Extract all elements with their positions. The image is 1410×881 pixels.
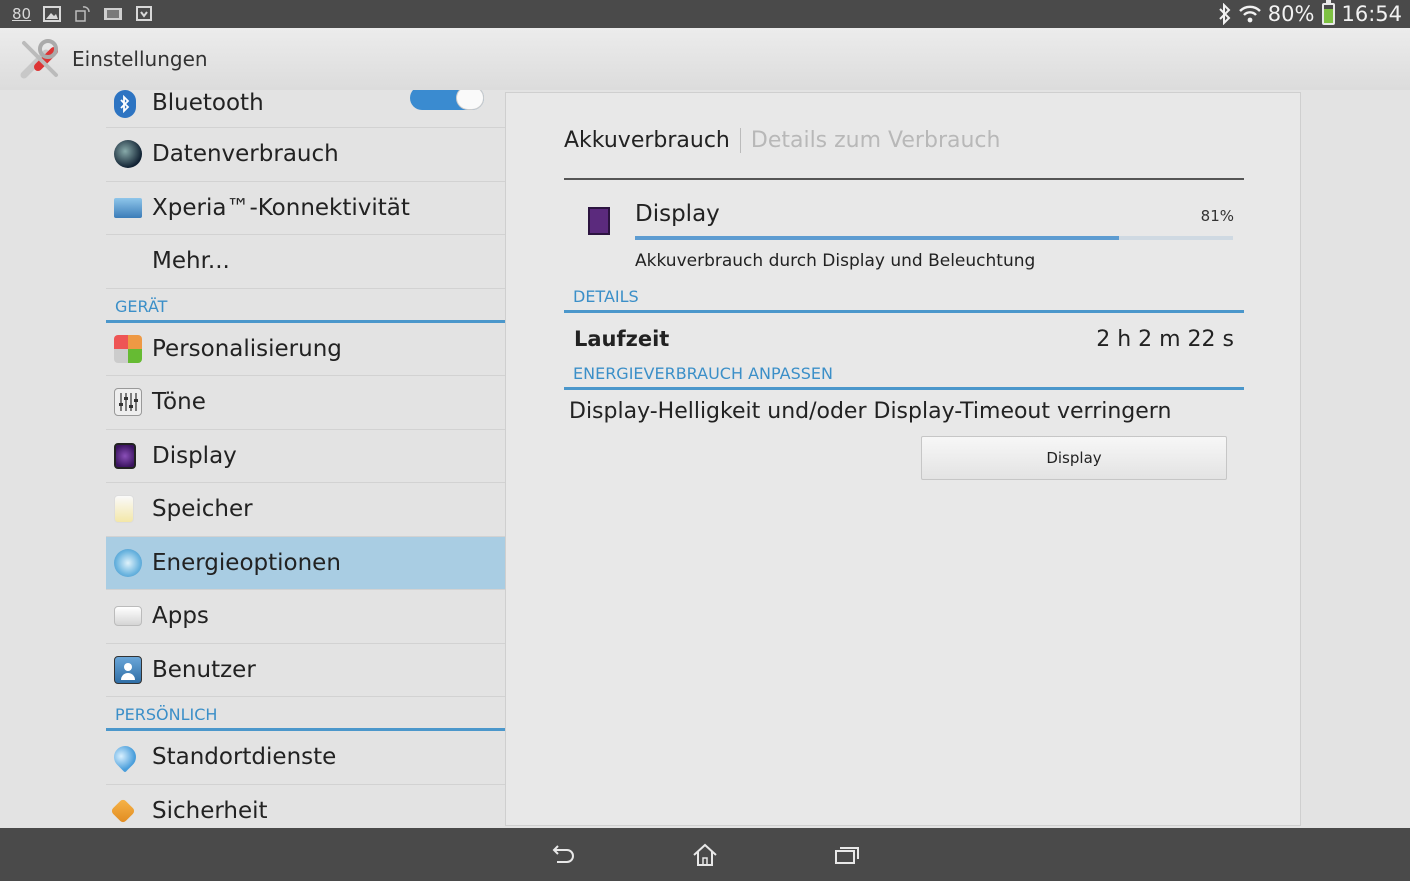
- navigation-bar: [0, 828, 1410, 881]
- usage-progress-bar: [635, 236, 1233, 240]
- back-icon[interactable]: [547, 839, 579, 871]
- app-title: Einstellungen: [72, 47, 208, 71]
- usage-percent: 81%: [1200, 207, 1234, 225]
- sidebar-item-label: Benutzer: [152, 656, 256, 683]
- sidebar-item-label: Mehr...: [152, 248, 230, 275]
- runtime-value: 2 h 2 m 22 s: [1096, 326, 1234, 352]
- sidebar-item-label: Xperia™-Konnektivität: [152, 194, 410, 221]
- security-icon: [110, 798, 136, 824]
- sidebar-item-bluetooth[interactable]: Bluetooth: [106, 90, 506, 128]
- connectivity-icon: [114, 197, 142, 218]
- bluetooth-toggle[interactable]: [410, 90, 484, 110]
- rotation-lock-icon: [75, 6, 90, 22]
- sidebar-item-connectivity[interactable]: Xperia™-Konnektivität: [106, 182, 506, 235]
- personalization-icon: [114, 334, 142, 363]
- battery-fill: [1324, 8, 1334, 23]
- location-icon: [109, 741, 141, 773]
- tab-battery-usage[interactable]: Akkuverbrauch: [564, 127, 741, 153]
- energy-tip: Display-Helligkeit und/oder Display-Time…: [569, 399, 1172, 424]
- sidebar-item-security[interactable]: Sicherheit: [106, 785, 506, 829]
- clock: 16:54: [1341, 2, 1402, 26]
- usage-name: Display: [635, 201, 720, 227]
- sidebar-item-apps[interactable]: Apps: [106, 590, 506, 644]
- breadcrumb: Akkuverbrauch Details zum Verbrauch: [564, 123, 1000, 157]
- display-icon: [114, 442, 136, 469]
- status-bar: 80 80% 16:54: [0, 0, 1410, 28]
- sidebar-item-label: Speicher: [152, 496, 253, 523]
- sidebar-item-label: Töne: [152, 389, 206, 416]
- sidebar-item-personalization[interactable]: Personalisierung: [106, 323, 506, 376]
- user-icon: [114, 655, 142, 684]
- sidebar-item-sounds[interactable]: Töne: [106, 376, 506, 430]
- home-icon[interactable]: [689, 839, 721, 871]
- display-settings-button[interactable]: Display: [921, 436, 1227, 480]
- tablet-icon: [104, 8, 123, 20]
- storage-icon: [114, 495, 134, 524]
- tools-icon[interactable]: [18, 37, 62, 81]
- section-header-personal: PERSÖNLICH: [106, 697, 506, 731]
- sidebar-item-label: Display: [152, 442, 237, 469]
- divider: [564, 178, 1244, 180]
- runtime-label: Laufzeit: [574, 327, 670, 351]
- sliders-icon: [114, 388, 142, 417]
- bluetooth-icon: [1219, 3, 1231, 25]
- runtime-row: Laufzeit 2 h 2 m 22 s: [564, 321, 1244, 357]
- power-icon: [114, 548, 142, 577]
- recent-apps-icon[interactable]: [831, 839, 863, 871]
- usage-description: Akkuverbrauch durch Display und Beleucht…: [635, 251, 1036, 271]
- sidebar-item-label: Standortdienste: [152, 744, 337, 771]
- sidebar-item-power[interactable]: Energieoptionen: [106, 536, 506, 590]
- sidebar-item-label: Bluetooth: [152, 90, 264, 116]
- sidebar-item-label: Apps: [152, 603, 209, 630]
- wifi-icon: [1238, 5, 1261, 23]
- sidebar-item-data-usage[interactable]: Datenverbrauch: [106, 128, 506, 182]
- battery-percent: 80%: [1267, 2, 1315, 26]
- apps-icon: [114, 606, 142, 627]
- detail-panel: Akkuverbrauch Details zum Verbrauch Disp…: [505, 92, 1301, 826]
- sidebar-item-label: Energieoptionen: [152, 549, 341, 576]
- display-icon: [588, 207, 610, 235]
- toggle-knob: [456, 90, 484, 110]
- sidebar-item-display[interactable]: Display: [106, 430, 506, 483]
- data-usage-icon: [114, 140, 142, 169]
- usage-progress-fill: [635, 236, 1120, 240]
- sidebar-item-users[interactable]: Benutzer: [106, 644, 506, 697]
- section-header-energy: ENERGIEVERBRAUCH ANPASSEN: [564, 364, 1244, 390]
- image-icon: [43, 6, 62, 22]
- bluetooth-icon: [114, 90, 136, 118]
- section-header-device: GERÄT: [106, 289, 506, 323]
- notification-count: 80: [12, 5, 32, 23]
- tab-usage-details[interactable]: Details zum Verbrauch: [741, 128, 1001, 153]
- sidebar-item-label: Sicherheit: [152, 797, 268, 824]
- status-bar-left: 80: [12, 5, 153, 23]
- settings-sidebar: Bluetooth Datenverbrauch Xperia™-Konnekt…: [106, 90, 506, 828]
- sidebar-item-storage[interactable]: Speicher: [106, 483, 506, 537]
- battery-icon: [1322, 0, 1336, 25]
- usage-row-display[interactable]: Display 81% Akkuverbrauch durch Display …: [564, 193, 1244, 283]
- status-bar-right: 80% 16:54: [1218, 0, 1402, 26]
- action-bar: Einstellungen: [0, 28, 1410, 90]
- sidebar-item-label: Personalisierung: [152, 335, 342, 362]
- sidebar-item-location[interactable]: Standortdienste: [106, 731, 506, 785]
- section-header-details: DETAILS: [564, 287, 1244, 313]
- sidebar-item-label: Datenverbrauch: [152, 141, 339, 168]
- sidebar-item-more[interactable]: Mehr...: [106, 235, 506, 289]
- download-icon: [136, 6, 153, 21]
